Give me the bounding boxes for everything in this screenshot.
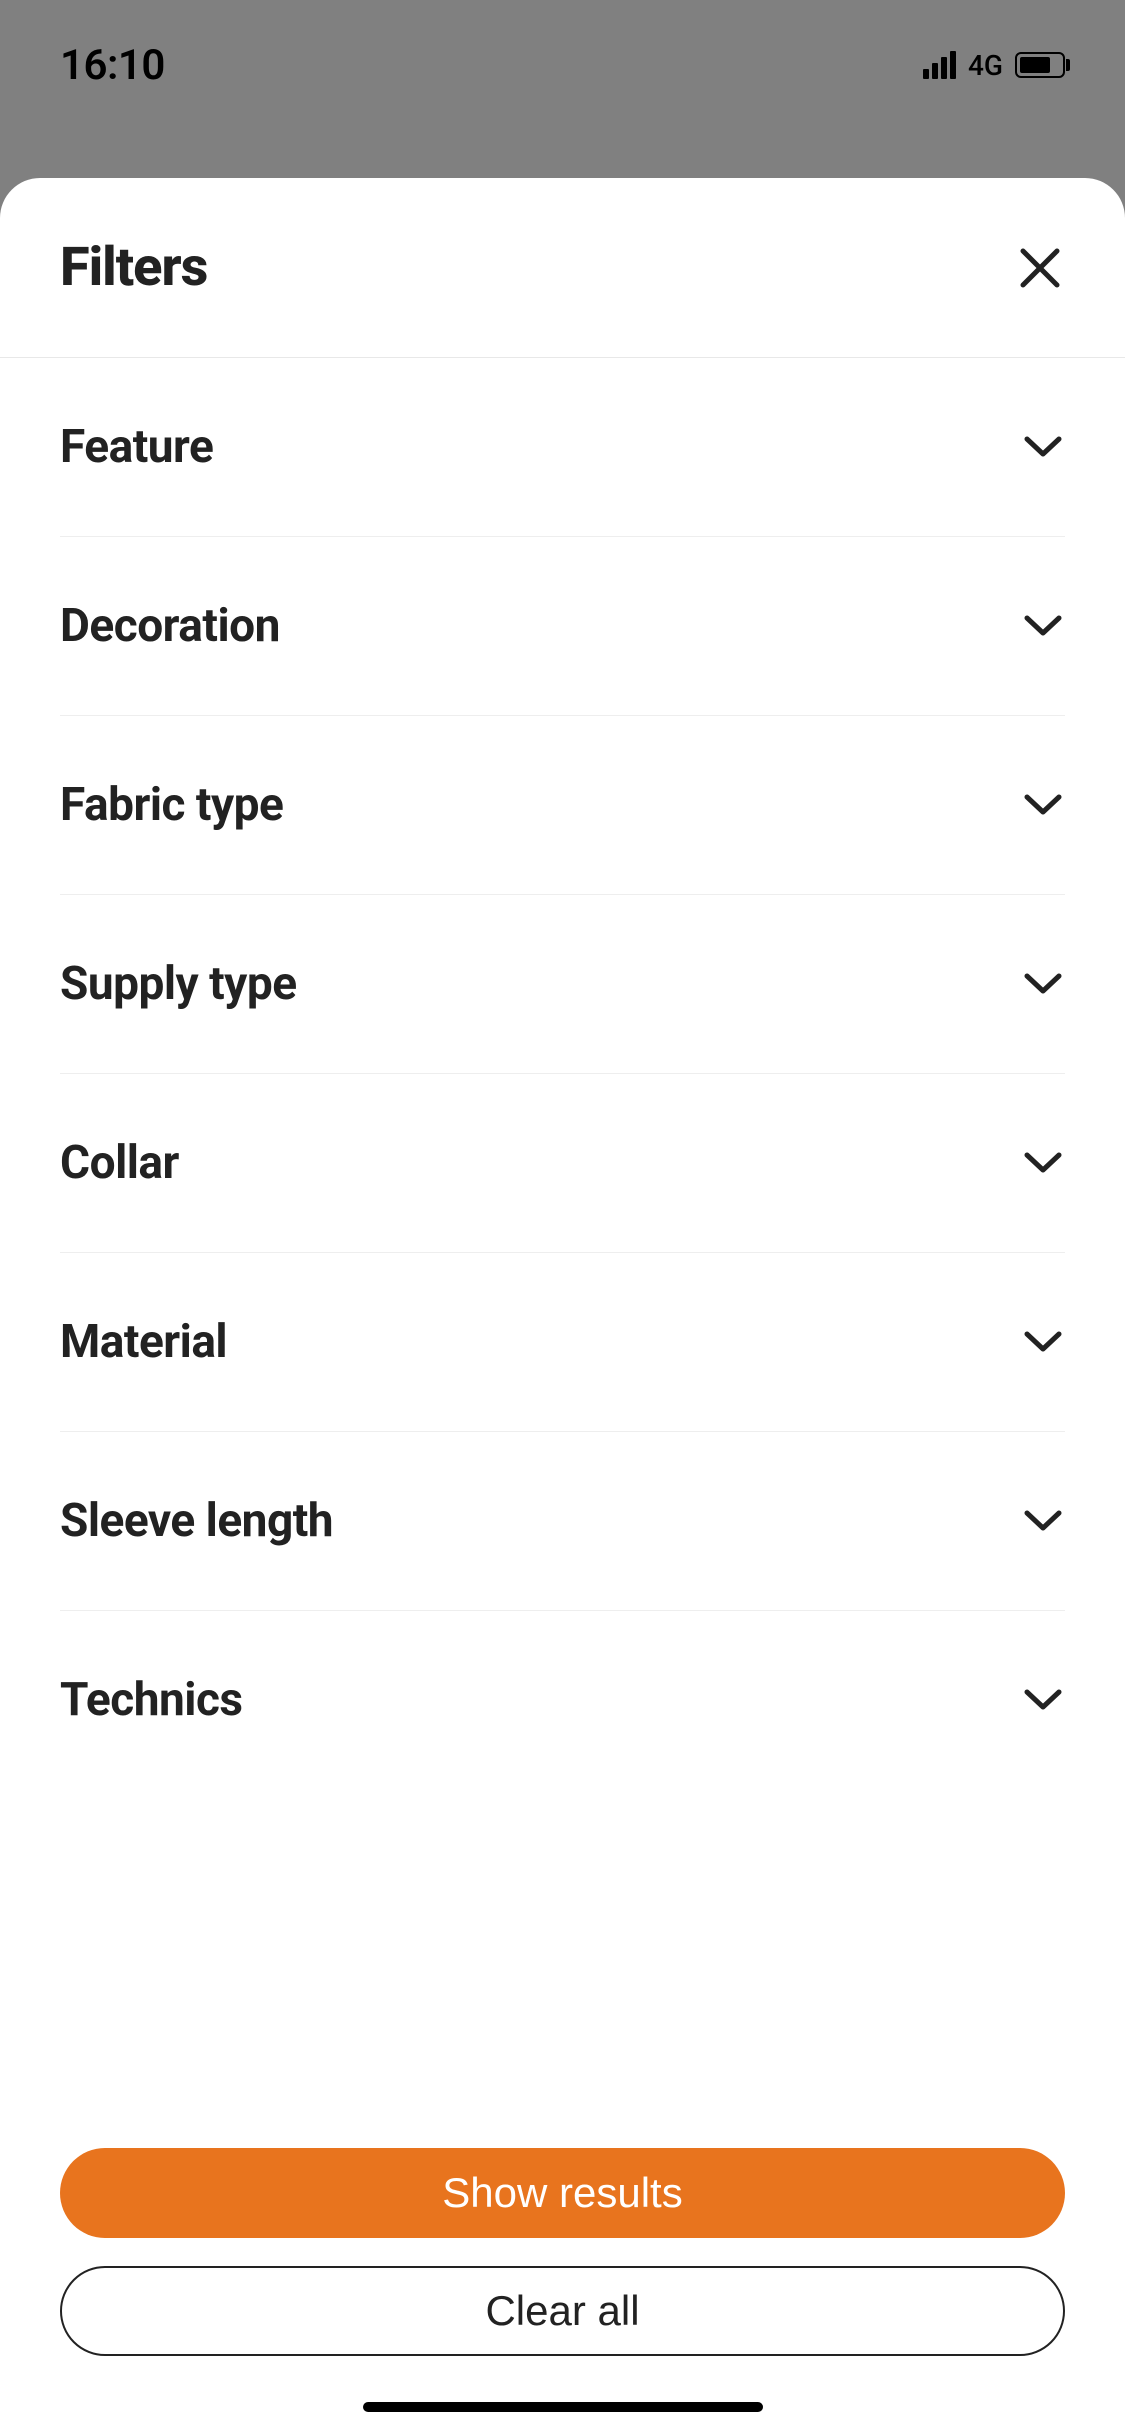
filter-item-supply-type[interactable]: Supply type xyxy=(60,895,1065,1074)
network-label: 4G xyxy=(968,49,1003,82)
battery-icon xyxy=(1015,52,1065,78)
filter-label: Material xyxy=(60,1315,227,1369)
chevron-down-icon xyxy=(1021,1320,1065,1364)
home-indicator[interactable] xyxy=(363,2402,763,2412)
status-right: 4G xyxy=(923,49,1065,82)
signal-icon xyxy=(923,51,956,79)
filter-list: Feature Decoration Fabric type Supply ty… xyxy=(0,358,1125,2118)
sheet-header: Filters xyxy=(0,178,1125,358)
filter-item-decoration[interactable]: Decoration xyxy=(60,537,1065,716)
filter-sheet: Filters Feature Decoration Fabric type xyxy=(0,178,1125,2436)
filter-item-collar[interactable]: Collar xyxy=(60,1074,1065,1253)
filter-label: Fabric type xyxy=(60,778,283,832)
status-time: 16:10 xyxy=(60,41,165,90)
filter-item-technics[interactable]: Technics xyxy=(60,1611,1065,1789)
chevron-down-icon xyxy=(1021,1499,1065,1543)
chevron-down-icon xyxy=(1021,425,1065,469)
filter-item-fabric-type[interactable]: Fabric type xyxy=(60,716,1065,895)
filter-label: Technics xyxy=(60,1673,243,1727)
filter-label: Collar xyxy=(60,1136,179,1190)
show-results-button[interactable]: Show results xyxy=(60,2148,1065,2238)
filter-label: Decoration xyxy=(60,599,280,653)
filter-label: Supply type xyxy=(60,957,297,1011)
clear-all-button[interactable]: Clear all xyxy=(60,2266,1065,2356)
status-bar: 16:10 4G xyxy=(0,0,1125,130)
action-bar: Show results Clear all xyxy=(0,2118,1125,2436)
filter-item-feature[interactable]: Feature xyxy=(60,358,1065,537)
close-icon xyxy=(1019,247,1061,289)
chevron-down-icon xyxy=(1021,1141,1065,1185)
filter-item-material[interactable]: Material xyxy=(60,1253,1065,1432)
sheet-title: Filters xyxy=(60,236,207,299)
chevron-down-icon xyxy=(1021,1678,1065,1722)
filter-label: Feature xyxy=(60,420,213,474)
chevron-down-icon xyxy=(1021,962,1065,1006)
filter-label: Sleeve length xyxy=(60,1494,333,1548)
chevron-down-icon xyxy=(1021,783,1065,827)
chevron-down-icon xyxy=(1021,604,1065,648)
close-button[interactable] xyxy=(1015,243,1065,293)
filter-item-sleeve-length[interactable]: Sleeve length xyxy=(60,1432,1065,1611)
